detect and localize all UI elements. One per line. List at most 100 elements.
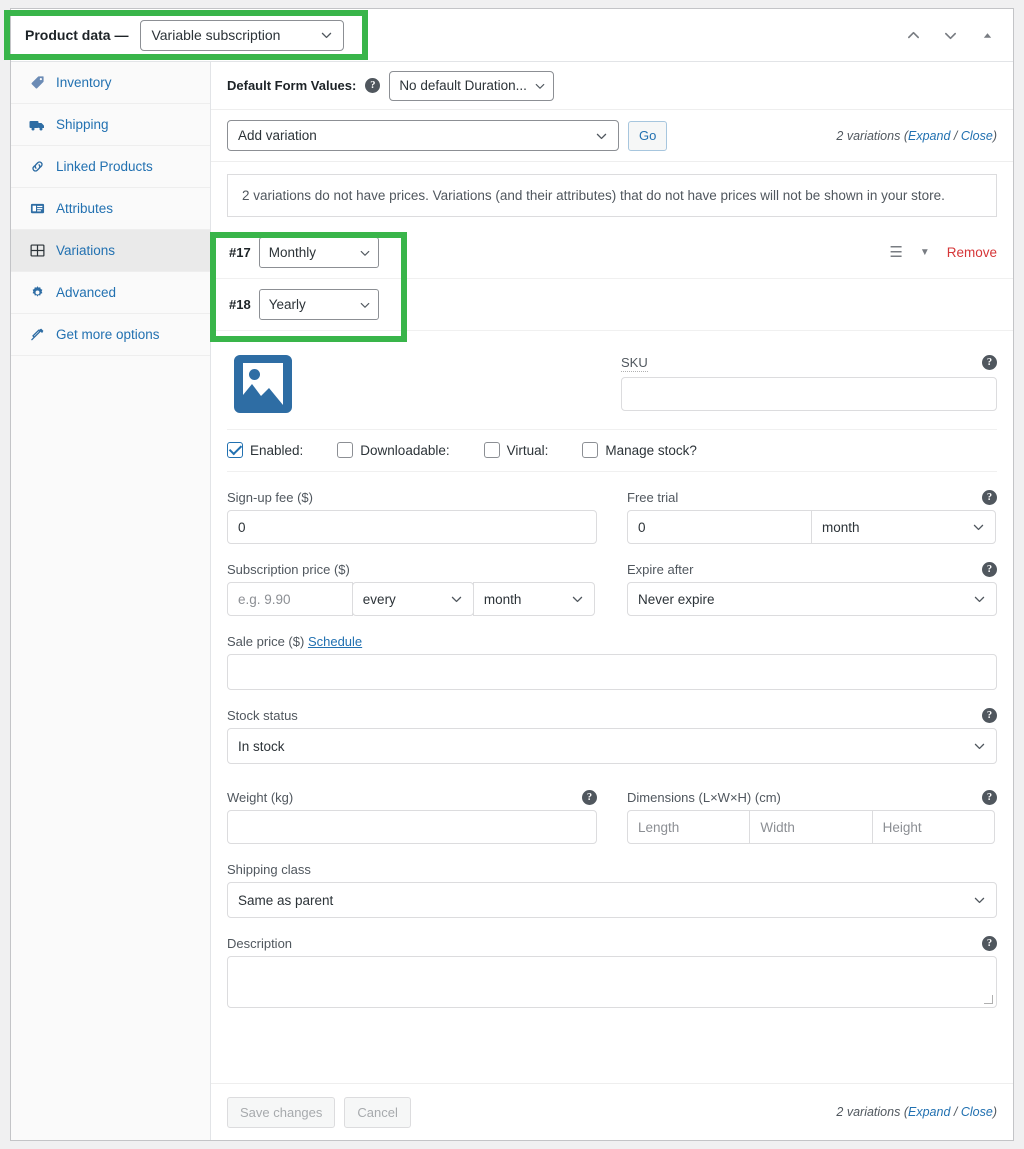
save-changes-button[interactable]: Save changes [227,1096,336,1128]
subscription-interval-select[interactable]: every [351,582,474,616]
expire-after-label: Expire after [627,562,694,577]
cancel-button[interactable]: Cancel [344,1096,411,1128]
weight-input[interactable] [227,810,597,844]
free-trial-label: Free trial [627,490,679,505]
expand-link[interactable]: Expand [908,1105,950,1119]
expire-after-col: Expire after ? Never expire [627,562,997,616]
help-icon[interactable]: ? [982,355,997,370]
sidebar-item-label: Shipping [56,117,109,132]
sidebar-item-shipping[interactable]: Shipping [11,104,210,146]
sale-price-input[interactable] [227,654,997,690]
shipping-class-label: Shipping class [227,862,311,877]
height-input[interactable]: Height [871,810,995,844]
sidebar-item-advanced[interactable]: Advanced [11,272,210,314]
help-icon[interactable]: ? [982,490,997,505]
help-icon[interactable]: ? [982,936,997,951]
go-button-label: Go [639,128,657,143]
variation-attribute-value: Monthly [268,245,316,260]
expire-after-value: Never expire [638,591,715,607]
checkbox-icon[interactable] [337,442,354,458]
sku-col: SKU ? [301,355,997,413]
add-variation-select[interactable]: Add variation [227,120,619,151]
sidebar-item-attributes[interactable]: Attributes [11,188,210,230]
variations-toolbar: Add variation Go 2 variations (Expand / … [211,110,1013,162]
variation-number: #18 [229,297,251,312]
free-trial-length-input[interactable]: 0 [627,510,812,544]
go-button[interactable]: Go [628,120,668,151]
signup-fee-col: Sign-up fee ($) 0 [227,490,597,544]
help-icon[interactable]: ? [982,562,997,577]
stock-status-select[interactable]: In stock [227,728,997,764]
manage-stock-checkbox-item[interactable]: Manage stock? [582,442,697,458]
drag-handle-icon[interactable]: ☰ [889,245,902,260]
notice-wrapper: 2 variations do not have prices. Variati… [211,162,1013,217]
close-link[interactable]: Close [961,129,993,143]
checkbox-icon[interactable] [227,442,243,458]
help-icon[interactable]: ? [982,708,997,723]
variation-row[interactable]: #17 Monthly ☰ ▼ Remove [211,227,1013,279]
sidebar-item-linked-products[interactable]: Linked Products [11,146,210,188]
subscription-price-input[interactable]: e.g. 9.90 [227,582,353,616]
variation-attribute-value: Yearly [268,297,306,312]
chevron-down-icon [973,593,986,606]
free-trial-period-select[interactable]: month [811,510,996,544]
signup-fee-input[interactable]: 0 [227,510,597,544]
subscription-period-select[interactable]: month [472,582,595,616]
variation-row[interactable]: #18 Yearly [211,279,1013,331]
variation-number: #17 [229,245,251,260]
description-textarea[interactable] [227,956,997,1008]
link-separator: / [953,128,958,143]
sidebar-item-inventory[interactable]: Inventory [11,62,210,104]
grid-icon [29,243,45,259]
signup-fee-label: Sign-up fee ($) [227,490,313,505]
link-separator: / [953,1105,958,1119]
product-data-tabs: Inventory Shipping Linked Products Attri… [11,62,211,1140]
virtual-checkbox-item[interactable]: Virtual: [483,442,548,458]
default-duration-select[interactable]: No default Duration... [389,70,554,101]
variations-count-text: 2 variations [836,128,901,143]
schedule-link[interactable]: Schedule [308,634,362,649]
shipping-class-select[interactable]: Same as parent [227,882,997,918]
product-type-value: Variable subscription [151,27,281,43]
help-icon[interactable]: ? [582,790,597,805]
sku-input[interactable] [621,377,997,411]
no-prices-notice: 2 variations do not have prices. Variati… [227,174,997,217]
help-icon[interactable]: ? [365,78,381,93]
remove-variation-link[interactable]: Remove [947,245,997,260]
width-input[interactable]: Width [749,810,873,844]
help-icon[interactable]: ? [982,790,997,805]
variations-count-top: 2 variations (Expand / Close) [836,128,997,143]
downloadable-checkbox-item[interactable]: Downloadable: [337,442,450,458]
checkbox-icon[interactable] [582,442,599,458]
expand-link[interactable]: Expand [908,129,950,143]
panel-header-controls [903,25,997,45]
sidebar-item-label: Inventory [56,75,112,90]
close-link[interactable]: Close [961,1105,993,1119]
caret-down-icon[interactable]: ▼ [920,247,930,258]
variations-count-bottom: 2 variations (Expand / Close) [836,1105,997,1119]
description-label: Description [227,936,293,951]
product-image-placeholder-icon[interactable] [234,355,292,413]
chevron-down-icon [450,593,463,606]
variation-attribute-select[interactable]: Yearly [258,289,379,320]
chevron-up-icon[interactable] [903,25,923,45]
expire-after-select[interactable]: Never expire [627,582,997,616]
dimensions-col: Dimensions (L×W×H) (cm) ? Length Width H… [627,790,997,844]
cancel-label: Cancel [357,1104,398,1120]
enabled-checkbox-item[interactable]: Enabled: [227,442,303,458]
variation-attribute-select[interactable]: Monthly [258,237,379,268]
toggle-panel-icon[interactable] [977,25,997,45]
length-input[interactable]: Length [627,810,751,844]
weight-col: Weight (kg) ? [227,790,597,844]
subscription-interval-value: every [362,591,396,607]
product-type-select[interactable]: Variable subscription [140,19,345,51]
link-icon [29,159,45,175]
chevron-down-icon[interactable] [940,25,960,45]
checkbox-icon[interactable] [483,442,500,458]
sidebar-item-get-more-options[interactable]: Get more options [11,314,210,356]
subscription-price-col: Subscription price ($) e.g. 9.90 every m… [227,562,597,616]
sidebar-item-label: Attributes [56,201,114,216]
chevron-down-icon [359,247,371,259]
pricing-row-2: Subscription price ($) e.g. 9.90 every m… [227,562,997,616]
sidebar-item-variations[interactable]: Variations [11,230,210,272]
